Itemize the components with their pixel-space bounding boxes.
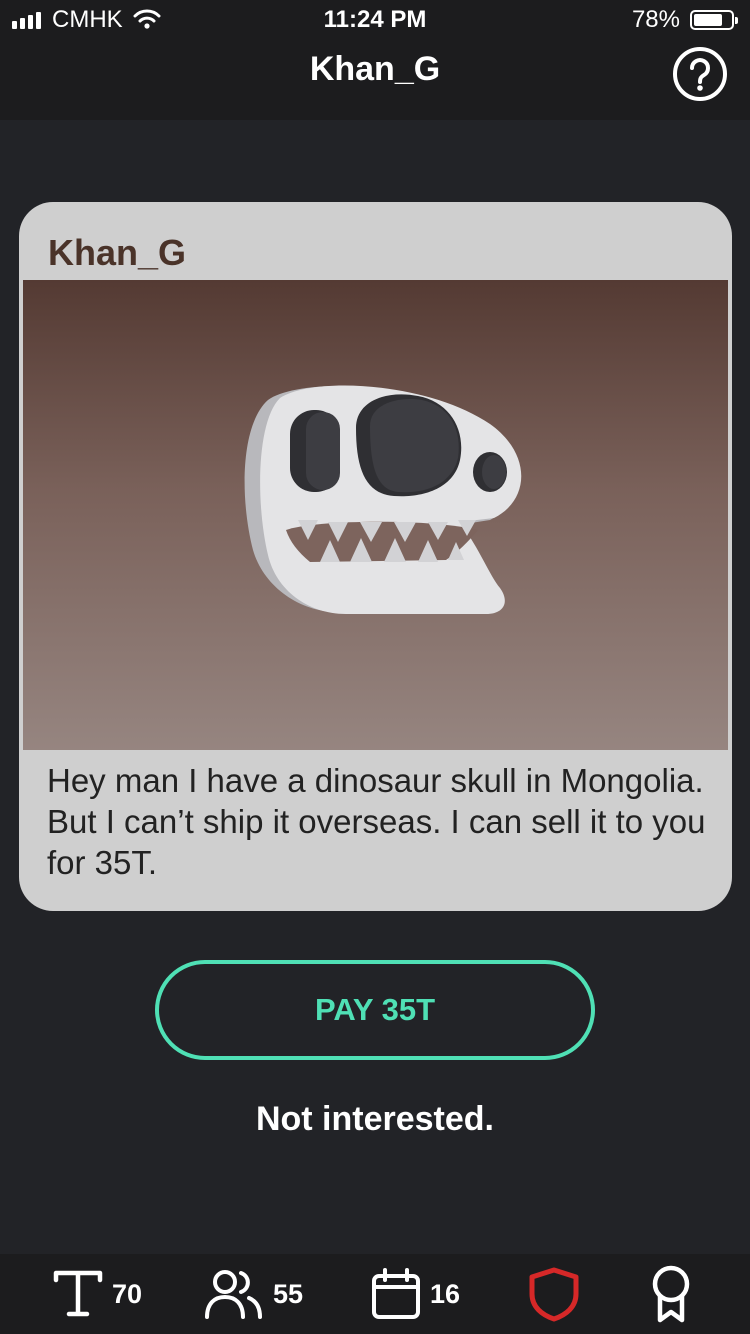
card-username: Khan_G (48, 232, 187, 273)
not-interested-button[interactable]: Not interested. (0, 1100, 750, 1139)
battery-fill (694, 14, 722, 26)
tab-days[interactable]: 16 (370, 1264, 460, 1324)
pay-button-label: PAY 35T (314, 992, 436, 1027)
dinosaur-skull-icon (244, 385, 522, 614)
people-icon (205, 1270, 262, 1319)
tab-security[interactable] (528, 1264, 580, 1324)
calendar-icon (372, 1268, 420, 1319)
status-bar: CMHK 11:24 PM 78% (0, 0, 750, 40)
page-title: Khan_G (309, 50, 441, 88)
question-circle-icon[interactable] (672, 46, 728, 102)
shield-icon (529, 1267, 579, 1322)
tab-achievements[interactable] (648, 1264, 694, 1324)
offer-card: Khan_G Hey man I have a dinosaur skull i… (19, 202, 732, 911)
award-ribbon-icon (652, 1265, 690, 1323)
pay-button[interactable]: PAY 35T (155, 960, 595, 1060)
token-t-icon (53, 1270, 103, 1317)
card-image (23, 280, 728, 750)
battery-icon (690, 10, 738, 30)
followers-count: 55 (273, 1278, 304, 1309)
tab-tokens[interactable]: 70 (52, 1264, 142, 1324)
bottom-tab-bar: 70 55 16 (0, 1254, 750, 1334)
tab-followers[interactable]: 55 (203, 1264, 303, 1324)
top-bar: CMHK 11:24 PM 78% Khan_G (0, 0, 750, 120)
tokens-count: 70 (112, 1278, 143, 1309)
offer-message: Hey man I have a dinosaur skull in Mongo… (47, 762, 706, 881)
days-count: 16 (430, 1278, 461, 1309)
battery-percent: 78% (631, 6, 680, 33)
